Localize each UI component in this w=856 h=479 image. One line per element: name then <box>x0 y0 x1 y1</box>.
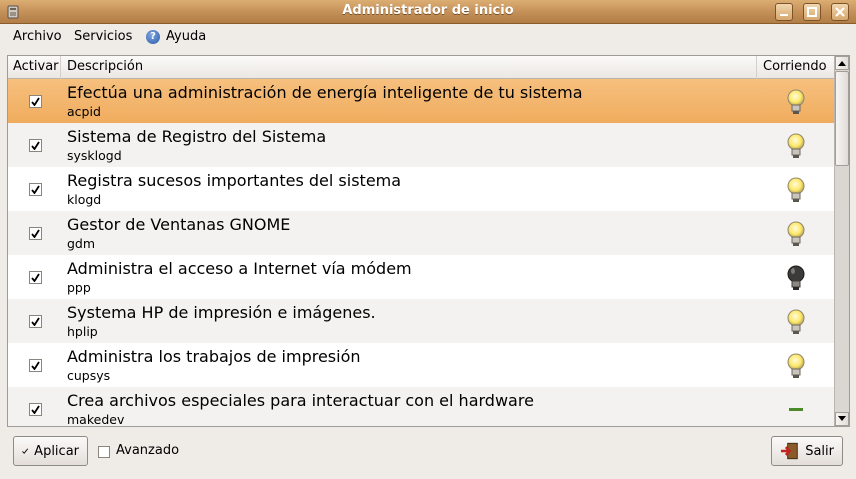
service-description: Sistema de Registro del Sistema <box>67 127 327 146</box>
arrow-up-icon <box>838 61 846 66</box>
service-description: Efectúa una administración de energía in… <box>67 83 583 102</box>
service-name: ppp <box>67 280 91 295</box>
table-row[interactable]: Administra el acceso a Internet vía móde… <box>8 255 834 299</box>
table-row[interactable]: Crea archivos especiales para interactua… <box>8 387 834 426</box>
table-row[interactable]: Efectúa una administración de energía in… <box>8 79 834 123</box>
service-description: Administra el acceso a Internet vía móde… <box>67 259 412 278</box>
close-icon <box>835 7 845 17</box>
service-description: Crea archivos especiales para interactua… <box>67 391 534 410</box>
table-row[interactable]: Systema HP de impresión e imágenes. hplip <box>8 299 834 343</box>
apply-button[interactable]: Aplicar <box>13 436 88 466</box>
activar-checkbox[interactable] <box>29 183 42 196</box>
menu-archivo[interactable]: Archivo <box>13 29 62 44</box>
exit-icon <box>780 442 798 460</box>
advanced-label[interactable]: Avanzado <box>116 443 179 458</box>
activar-checkbox[interactable] <box>29 315 42 328</box>
bulb-on-icon <box>785 308 807 336</box>
minimize-button[interactable] <box>775 3 793 21</box>
service-name: acpid <box>67 104 101 119</box>
checkmark-icon <box>31 97 40 106</box>
activar-checkbox[interactable] <box>29 95 42 108</box>
checkmark-icon <box>31 141 40 150</box>
list-rows: Efectúa una administración de energía in… <box>8 79 834 426</box>
bulb-on-icon <box>785 352 807 380</box>
help-icon: ? <box>146 29 160 44</box>
table-row[interactable]: Sistema de Registro del Sistema sysklogd <box>8 123 834 167</box>
dash-icon <box>785 396 807 424</box>
service-name: klogd <box>67 192 102 207</box>
window-title: Administrador de inicio <box>342 3 514 18</box>
maximize-button[interactable] <box>803 3 821 21</box>
services-list: Activar Descripción Corriendo Efectúa un… <box>7 55 850 427</box>
scroll-thumb[interactable] <box>835 71 849 166</box>
bulb-on-icon <box>785 176 807 204</box>
quit-label: Salir <box>805 443 834 459</box>
service-name: gdm <box>67 236 96 251</box>
column-header-corriendo[interactable]: Corriendo <box>757 56 834 79</box>
menu-bar: Archivo Servicios ? Ayuda <box>0 24 856 50</box>
quit-button[interactable]: Salir <box>771 436 843 466</box>
checkmark-icon <box>31 317 40 326</box>
table-row[interactable]: Administra los trabajos de impresión cups… <box>8 343 834 387</box>
activar-checkbox[interactable] <box>29 359 42 372</box>
checkmark-icon <box>31 273 40 282</box>
list-header: Activar Descripción Corriendo <box>8 56 834 79</box>
advanced-checkbox[interactable] <box>98 446 110 458</box>
activar-checkbox[interactable] <box>29 227 42 240</box>
service-description: Systema HP de impresión e imágenes. <box>67 303 376 322</box>
checkmark-icon <box>31 185 40 194</box>
bulb-on-icon <box>785 220 807 248</box>
column-header-activar[interactable]: Activar <box>8 56 61 79</box>
menu-servicios[interactable]: Servicios <box>74 29 132 44</box>
service-description: Administra los trabajos de impresión <box>67 347 361 366</box>
scroll-down-button[interactable] <box>835 412 849 426</box>
checkmark-icon <box>31 405 40 414</box>
title-bar: Administrador de inicio <box>0 0 856 24</box>
service-name: cupsys <box>67 368 111 383</box>
bulb-on-icon <box>785 88 807 116</box>
maximize-icon <box>807 7 817 17</box>
checkmark-icon <box>31 229 40 238</box>
service-name: sysklogd <box>67 148 122 163</box>
column-header-descripcion[interactable]: Descripción <box>61 56 757 79</box>
close-button[interactable] <box>831 3 849 21</box>
menu-ayuda[interactable]: ? Ayuda <box>146 29 206 44</box>
scroll-up-button[interactable] <box>835 56 849 70</box>
bulb-on-icon <box>785 132 807 160</box>
table-row[interactable]: Gestor de Ventanas GNOME gdm <box>8 211 834 255</box>
checkmark-icon <box>31 361 40 370</box>
activar-checkbox[interactable] <box>29 403 42 416</box>
checkmark-icon <box>22 448 29 454</box>
table-row[interactable]: Registra sucesos importantes del sistema… <box>8 167 834 211</box>
bulb-off-icon <box>785 264 807 292</box>
arrow-down-icon <box>838 416 846 421</box>
activar-checkbox[interactable] <box>29 271 42 284</box>
activar-checkbox[interactable] <box>29 139 42 152</box>
minimize-icon <box>780 14 788 16</box>
vertical-scrollbar[interactable] <box>834 56 849 426</box>
service-name: makedev <box>67 412 125 426</box>
apply-label: Aplicar <box>34 443 79 459</box>
service-description: Gestor de Ventanas GNOME <box>67 215 291 234</box>
service-name: hplip <box>67 324 98 339</box>
service-description: Registra sucesos importantes del sistema <box>67 171 402 190</box>
